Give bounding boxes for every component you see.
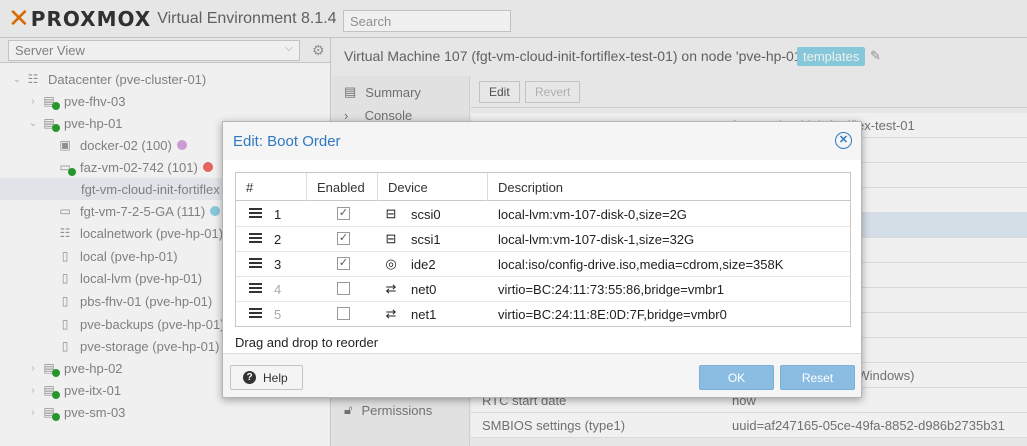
enabled-checkbox[interactable] (337, 282, 350, 295)
boot-order-number: 4 (274, 282, 282, 297)
help-button-label: Help (263, 371, 288, 385)
network-icon: ⇄ (385, 281, 397, 296)
enabled-checkbox[interactable]: ✓ (337, 207, 350, 220)
boot-order-number: 5 (274, 307, 282, 322)
column-header-number[interactable]: # (236, 173, 307, 201)
cdrom-icon: ◎ (385, 256, 397, 271)
question-icon: ? (243, 371, 256, 384)
table-row[interactable]: 1 ✓ ⊟ scsi0 local-lvm:vm-107-disk-0,size… (236, 202, 850, 227)
drag-handle-icon[interactable] (249, 283, 262, 294)
close-icon[interactable]: ✕ (835, 132, 852, 149)
drag-handle-icon[interactable] (249, 308, 262, 319)
hdd-icon: ⊟ (385, 231, 397, 246)
device-name: scsi0 (411, 207, 441, 222)
network-icon: ⇄ (385, 306, 397, 321)
grid-header: # Enabled Device Description (236, 173, 850, 201)
boot-order-dialog: Edit: Boot Order ✕ # Enabled Device Desc… (222, 121, 862, 398)
help-button[interactable]: ? Help (230, 365, 303, 390)
column-header-device[interactable]: Device (378, 173, 488, 201)
reset-button[interactable]: Reset (780, 365, 855, 390)
column-header-enabled[interactable]: Enabled (307, 173, 378, 201)
boot-order-number: 3 (274, 257, 282, 272)
device-description: virtio=BC:24:11:73:55:86,bridge=vmbr1 (498, 282, 724, 297)
ok-button[interactable]: OK (699, 365, 774, 390)
drag-hint-text: Drag and drop to reorder (235, 335, 379, 350)
table-row[interactable]: 2 ✓ ⊟ scsi1 local-lvm:vm-107-disk-1,size… (236, 227, 850, 252)
drag-handle-icon[interactable] (249, 233, 262, 244)
device-name: ide2 (411, 257, 436, 272)
column-header-description[interactable]: Description (488, 173, 850, 201)
device-description: virtio=BC:24:11:8E:0D:7F,bridge=vmbr0 (498, 307, 727, 322)
drag-handle-icon[interactable] (249, 258, 262, 269)
boot-order-grid: # Enabled Device Description 1 ✓ ⊟ scsi0… (235, 172, 851, 327)
boot-order-number: 2 (274, 232, 282, 247)
drag-handle-icon[interactable] (249, 208, 262, 219)
dialog-header: Edit: Boot Order ✕ (223, 122, 861, 160)
boot-order-number: 1 (274, 207, 282, 222)
table-row[interactable]: 5 ⇄ net1 virtio=BC:24:11:8E:0D:7F,bridge… (236, 302, 850, 327)
device-name: net1 (411, 307, 437, 322)
device-description: local-lvm:vm-107-disk-1,size=32G (498, 232, 695, 247)
table-row[interactable]: 4 ⇄ net0 virtio=BC:24:11:73:55:86,bridge… (236, 277, 850, 302)
dialog-title: Edit: Boot Order (233, 133, 341, 150)
table-row[interactable]: 3 ✓ ◎ ide2 local:iso/config-drive.iso,me… (236, 252, 850, 277)
device-description: local:iso/config-drive.iso,media=cdrom,s… (498, 257, 784, 272)
enabled-checkbox[interactable] (337, 307, 350, 320)
dialog-footer: ? Help OK Reset (223, 353, 861, 397)
device-name: net0 (411, 282, 437, 297)
dialog-body: # Enabled Device Description 1 ✓ ⊟ scsi0… (223, 160, 861, 353)
hdd-icon: ⊟ (385, 206, 397, 221)
device-description: local-lvm:vm-107-disk-0,size=2G (498, 207, 687, 222)
device-name: scsi1 (411, 232, 441, 247)
enabled-checkbox[interactable]: ✓ (337, 232, 350, 245)
enabled-checkbox[interactable]: ✓ (337, 257, 350, 270)
